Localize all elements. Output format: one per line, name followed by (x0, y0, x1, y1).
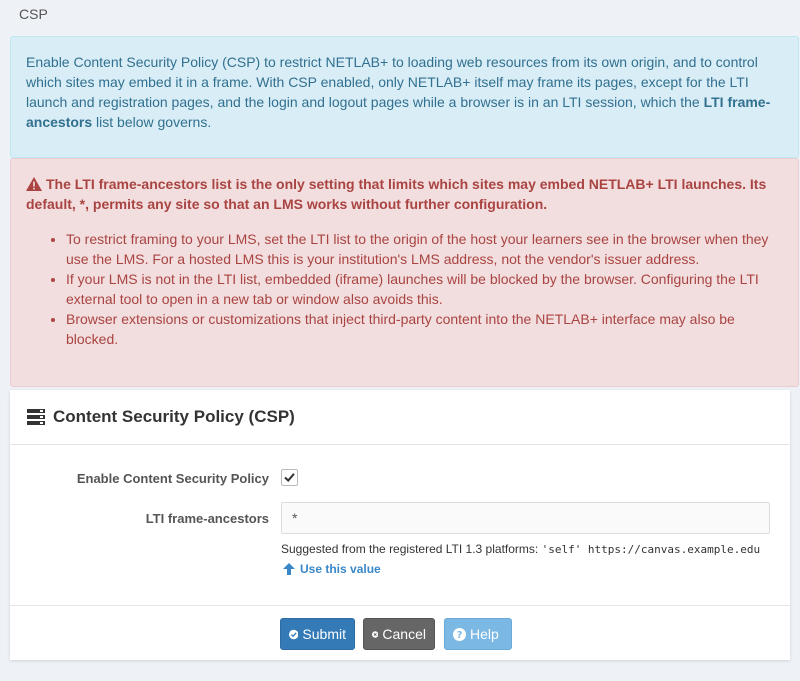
check-icon (284, 473, 295, 482)
lti-frame-ancestors-label: LTI frame-ancestors (145, 511, 269, 526)
info-text-suffix: list below governs. (92, 114, 212, 130)
panel-divider (10, 605, 790, 606)
csp-info-alert: Enable Content Security Policy (CSP) to … (10, 36, 799, 158)
csp-settings-panel: Content Security Policy (CSP) Enable Con… (10, 390, 790, 660)
suggestion-text: Suggested from the registered LTI 1.3 pl… (281, 542, 760, 556)
help-label: Help (470, 626, 499, 642)
warning-lead: The LTI frame-ancestors list is the only… (26, 174, 783, 214)
enable-csp-label: Enable Content Security Policy (76, 471, 269, 486)
csp-warning-alert: The LTI frame-ancestors list is the only… (10, 158, 799, 387)
times-circle-icon (372, 630, 379, 638)
suggestion-value: 'self' https://canvas.example.edu (541, 543, 761, 556)
lti-frame-ancestors-input[interactable] (281, 502, 770, 534)
suggestion-prefix: Suggested from the registered LTI 1.3 pl… (281, 542, 542, 556)
panel-title: Content Security Policy (CSP) (53, 407, 295, 426)
arrow-up-icon (283, 563, 295, 575)
panel-header: Content Security Policy (CSP) (10, 390, 790, 445)
cancel-button[interactable]: Cancel (363, 618, 435, 650)
use-this-value-label: Use this value (300, 562, 381, 576)
check-circle-icon (289, 629, 299, 639)
svg-text:?: ? (457, 630, 463, 641)
warning-list: To restrict framing to your LMS, set the… (26, 229, 783, 349)
warning-lead-text: The LTI frame-ancestors list is the only… (26, 176, 767, 212)
cancel-label: Cancel (382, 626, 426, 642)
server-icon (27, 409, 45, 425)
info-text: Enable Content Security Policy (CSP) to … (26, 54, 758, 110)
enable-csp-checkbox[interactable] (281, 469, 298, 486)
question-circle-icon: ? (453, 627, 466, 641)
warning-icon (26, 177, 42, 191)
warning-list-item: Browser extensions or customizations tha… (66, 309, 783, 349)
help-button[interactable]: ? Help (444, 618, 512, 650)
warning-list-item: To restrict framing to your LMS, set the… (66, 229, 783, 269)
page-label: CSP (19, 6, 48, 22)
use-this-value-link[interactable]: Use this value (283, 562, 381, 576)
submit-label: Submit (302, 626, 346, 642)
warning-list-item: If your LMS is not in the LTI list, embe… (66, 269, 783, 309)
submit-button[interactable]: Submit (280, 618, 355, 650)
